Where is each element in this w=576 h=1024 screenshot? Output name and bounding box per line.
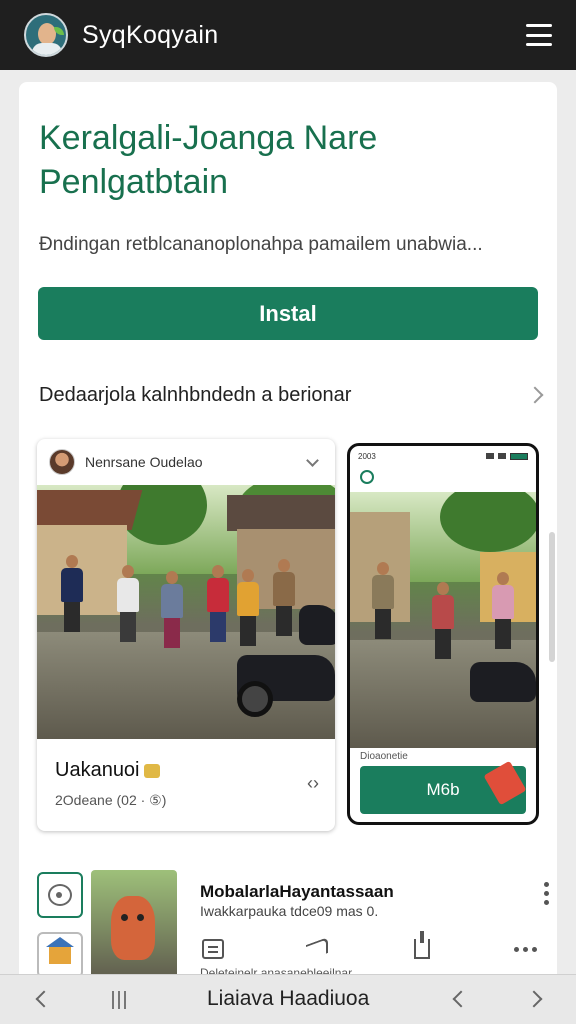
back-chevron-icon[interactable] <box>35 990 53 1008</box>
app-title: SyqKoqyain <box>82 20 219 49</box>
next-chevron-icon[interactable] <box>525 990 543 1008</box>
more-horiz-icon <box>514 946 538 952</box>
status-icons <box>486 452 528 460</box>
phone-status-time: 2003 <box>358 451 376 461</box>
chat-bubble-icon <box>48 884 72 906</box>
app-description: Đndingan retblcananoplonahpa pamailem un… <box>39 234 483 255</box>
section-label: Dedaarjola kalnhbndedn a berionar <box>39 383 352 406</box>
author-avatar <box>49 449 75 475</box>
recent-apps-icon[interactable] <box>112 991 126 1009</box>
house-icon <box>46 937 74 964</box>
list-thumbnail <box>91 870 177 982</box>
share-chevron-icon[interactable]: ‹› <box>307 773 319 794</box>
post-author: Nenrsane Oudelao <box>85 454 203 470</box>
avatar[interactable] <box>24 13 68 57</box>
phone-screenshot[interactable]: 2003 Dioaonetie M6b <box>347 443 539 825</box>
previous-chevron-icon[interactable] <box>452 990 470 1008</box>
post-title-wrap: Uakanuoi <box>55 759 317 782</box>
bottom-navigation-bar: Liaiava Haadiuoa <box>0 974 576 1024</box>
more-vert-icon[interactable] <box>544 882 549 905</box>
document-icon <box>202 939 224 959</box>
list-item[interactable]: MobalarlaHayantassaan Iwakkarpauka tdce0… <box>37 870 549 982</box>
chevron-right-icon <box>526 386 544 404</box>
house-button[interactable] <box>37 932 83 978</box>
share-arrow-icon <box>306 936 329 962</box>
document-button[interactable] <box>200 937 226 961</box>
chat-bubble-button[interactable] <box>37 872 83 918</box>
bottom-bar-title: Liaiava Haadiuoa <box>207 987 370 1010</box>
post-subtitle: 2Odeane (02 · ⑤) <box>55 792 167 808</box>
post-title: Uakanuoi <box>55 759 140 781</box>
hamburger-menu-icon[interactable] <box>526 24 552 46</box>
chevron-down-icon[interactable] <box>306 453 319 467</box>
list-item-subtitle: Iwakkarpauka tdce09 mas 0. <box>200 903 379 919</box>
install-button[interactable]: Instal <box>38 287 538 340</box>
upload-icon <box>413 931 430 959</box>
app-detail-card: Keralgali-Joanga Nare Penlgatbtain Đndin… <box>19 82 557 982</box>
phone-app-icon <box>360 470 374 484</box>
list-item-title: MobalarlaHayantassaan <box>200 882 394 901</box>
phone-street-photo <box>350 492 536 748</box>
bag-emoji-icon <box>143 763 160 778</box>
village-street-photo <box>37 485 335 739</box>
phone-status-bar: 2003 <box>350 446 536 466</box>
phone-caption: Dioaonetie <box>360 751 408 762</box>
screenshot-post-card[interactable]: Nenrsane Oudelao Uakanuoi 2Odeane (02 · … <box>37 439 335 831</box>
action-row <box>200 931 545 963</box>
post-header: Nenrsane Oudelao <box>37 439 335 485</box>
share-button[interactable] <box>304 936 330 962</box>
upload-button[interactable] <box>409 931 435 961</box>
more-horiz-button[interactable] <box>513 937 539 961</box>
page-title: Keralgali-Joanga Nare Penlgatbtain <box>39 119 378 201</box>
scrollbar[interactable] <box>549 532 555 662</box>
section-link[interactable]: Dedaarjola kalnhbndedn a berionar <box>39 380 544 410</box>
avatar-body <box>32 43 62 55</box>
top-app-bar: SyqKoqyain <box>0 0 576 70</box>
post-info: Uakanuoi 2Odeane (02 · ⑤) ‹› <box>37 739 335 829</box>
